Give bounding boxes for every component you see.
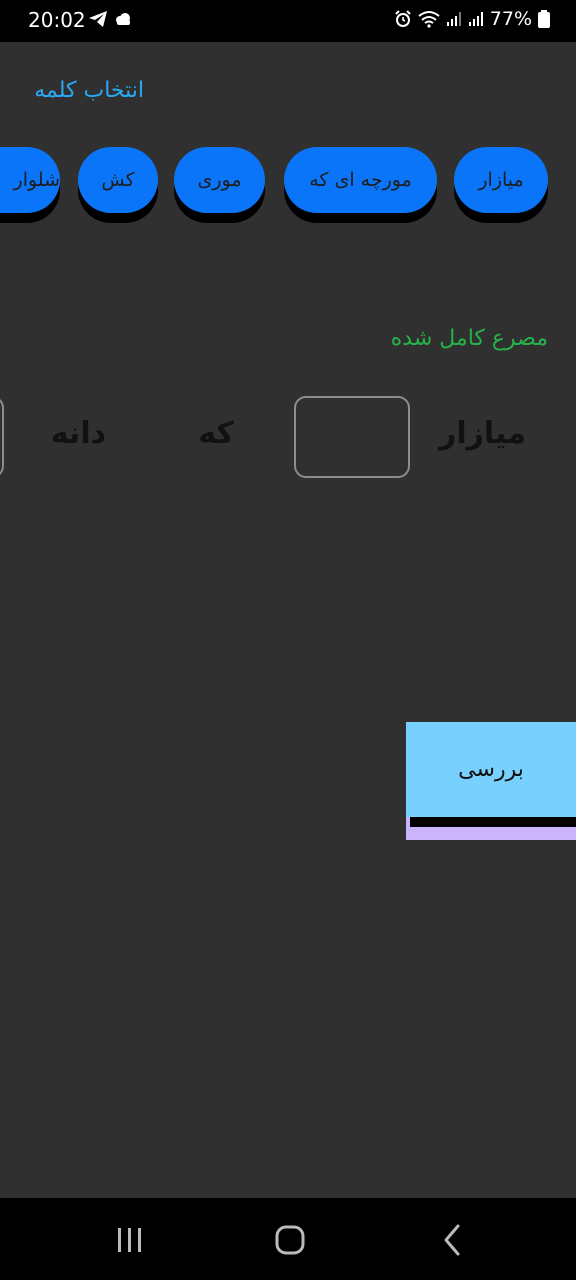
- word-chip[interactable]: شلوار: [0, 147, 60, 213]
- signal-icon: [446, 12, 461, 26]
- alarm-icon: [395, 10, 411, 27]
- blank-word-slot[interactable]: [294, 396, 410, 478]
- check-button-label: بررسی: [406, 722, 576, 817]
- check-button-bar: [410, 817, 576, 827]
- battery-percent: 77%: [489, 8, 532, 30]
- signal-icon: [468, 12, 483, 26]
- blank-word-slot[interactable]: [0, 396, 4, 478]
- back-icon[interactable]: [430, 1218, 474, 1262]
- verse-word: دانه: [50, 416, 106, 451]
- word-chip-row[interactable]: میازار مورچه ای که موری کش شلوار: [0, 147, 576, 227]
- status-time: 20:02: [28, 8, 86, 32]
- status-bar: 20:02 77%: [0, 0, 576, 42]
- verse-word: که: [198, 416, 234, 451]
- word-chip[interactable]: کش: [78, 147, 158, 213]
- word-picker-title: انتخاب کلمه: [34, 78, 144, 103]
- battery-icon: [538, 10, 550, 28]
- system-nav-bar: [0, 1198, 576, 1280]
- wifi-icon: [418, 11, 440, 28]
- home-icon[interactable]: [268, 1218, 312, 1262]
- word-chip[interactable]: مورچه ای که: [284, 147, 437, 213]
- check-button[interactable]: بررسی: [406, 722, 576, 840]
- verse-word: میازار: [439, 416, 526, 451]
- status-right-icons: 77%: [394, 8, 550, 30]
- verse-title: مصرع کامل شده: [390, 326, 548, 351]
- word-chip[interactable]: میازار: [454, 147, 548, 213]
- word-chip[interactable]: موری: [174, 147, 265, 213]
- status-left-icons: [88, 10, 132, 28]
- app-screen: 20:02 77% انتخاب کلمه میازار مورچه ای که…: [0, 0, 576, 1280]
- cloud-icon: [116, 13, 130, 25]
- recent-apps-icon[interactable]: [107, 1218, 151, 1262]
- telegram-icon: [89, 11, 107, 27]
